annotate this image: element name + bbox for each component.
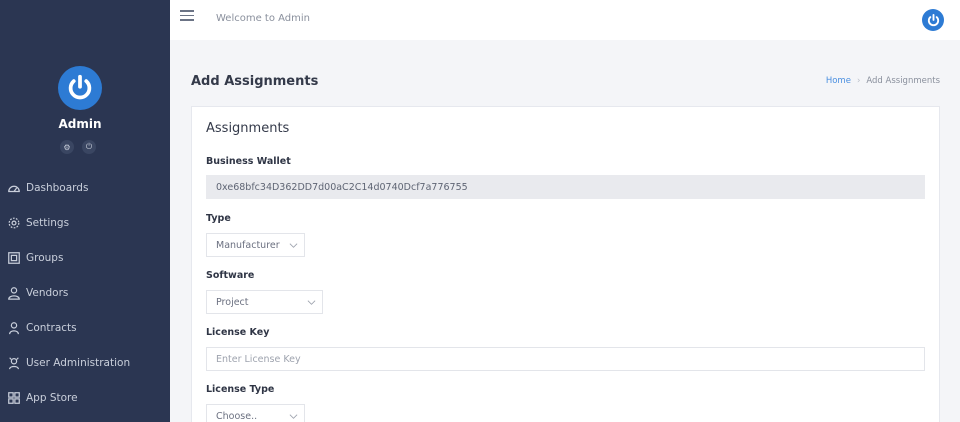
power-logo-icon[interactable]	[922, 9, 944, 31]
user-name: Admin	[58, 117, 102, 131]
sidebar-item-app-store[interactable]: App Store	[0, 380, 170, 415]
sidebar-item-label: Settings	[26, 216, 70, 229]
business-wallet-field: 0xe68bfc34D362DD7d00aC2C14d0740Dcf7a7767…	[206, 175, 925, 199]
sidebar-item-label: User Administration	[26, 356, 131, 369]
menu-toggle-icon[interactable]	[180, 10, 194, 22]
contract-user-icon	[6, 320, 22, 336]
sidebar-item-label: Contracts	[26, 321, 77, 334]
breadcrumb-home-link[interactable]: Home	[826, 76, 851, 86]
power-logo-icon	[68, 74, 92, 100]
page-title: Add Assignments	[191, 74, 319, 89]
software-select-value: Project	[216, 296, 249, 308]
sidebar-item-label: Vendors	[26, 286, 69, 299]
license-key-placeholder: Enter License Key	[216, 353, 301, 365]
power-small-icon[interactable]: ⏻	[82, 140, 96, 154]
user-actions: ⚙ ⏻	[60, 140, 96, 154]
sidebar-item-label: Dashboards	[26, 181, 89, 194]
software-label: Software	[206, 270, 255, 281]
settings-small-icon[interactable]: ⚙	[60, 140, 74, 154]
card-title: Assignments	[206, 121, 290, 136]
sidebar-item-vendors[interactable]: Vendors	[0, 275, 170, 310]
license-key-label: License Key	[206, 327, 270, 338]
app-store-icon	[6, 390, 22, 406]
dashboard-icon	[6, 180, 22, 196]
type-select[interactable]: Manufacturer	[206, 233, 305, 257]
user-avatar[interactable]	[58, 66, 102, 110]
type-select-value: Manufacturer	[216, 239, 280, 251]
license-type-label: License Type	[206, 384, 275, 395]
sidebar-item-label: Groups	[26, 251, 64, 264]
chevron-down-icon	[289, 413, 298, 419]
sidebar-item-groups[interactable]: Groups	[0, 240, 170, 275]
software-select[interactable]: Project	[206, 290, 323, 314]
license-key-input[interactable]: Enter License Key	[206, 347, 925, 371]
groups-icon	[6, 250, 22, 266]
assignments-card: Assignments Business Wallet 0xe68bfc34D3…	[191, 106, 940, 422]
sidebar: Admin ⚙ ⏻ Dashboards Settings Groups Ven…	[0, 0, 170, 422]
breadcrumb: Home › Add Assignments	[826, 76, 940, 86]
license-type-select[interactable]: Choose..	[206, 404, 305, 422]
type-label: Type	[206, 213, 231, 224]
welcome-text: Welcome to Admin	[216, 13, 311, 24]
sidebar-nav: Dashboards Settings Groups Vendors Contr…	[0, 170, 170, 415]
breadcrumb-current: Add Assignments	[866, 76, 940, 86]
breadcrumb-separator-icon: ›	[856, 76, 861, 86]
license-type-select-value: Choose..	[216, 410, 258, 422]
gear-icon	[6, 215, 22, 231]
user-admin-icon	[6, 355, 22, 371]
sidebar-item-settings[interactable]: Settings	[0, 205, 170, 240]
business-wallet-label: Business Wallet	[206, 156, 291, 167]
user-icon	[6, 285, 22, 301]
sidebar-item-label: App Store	[26, 391, 78, 404]
chevron-down-icon	[289, 242, 298, 248]
topbar: Welcome to Admin	[170, 0, 960, 40]
chevron-down-icon	[307, 299, 316, 305]
sidebar-item-user-administration[interactable]: User Administration	[0, 345, 170, 380]
sidebar-item-contracts[interactable]: Contracts	[0, 310, 170, 345]
sidebar-item-dashboards[interactable]: Dashboards	[0, 170, 170, 205]
business-wallet-value: 0xe68bfc34D362DD7d00aC2C14d0740Dcf7a7767…	[216, 181, 468, 193]
